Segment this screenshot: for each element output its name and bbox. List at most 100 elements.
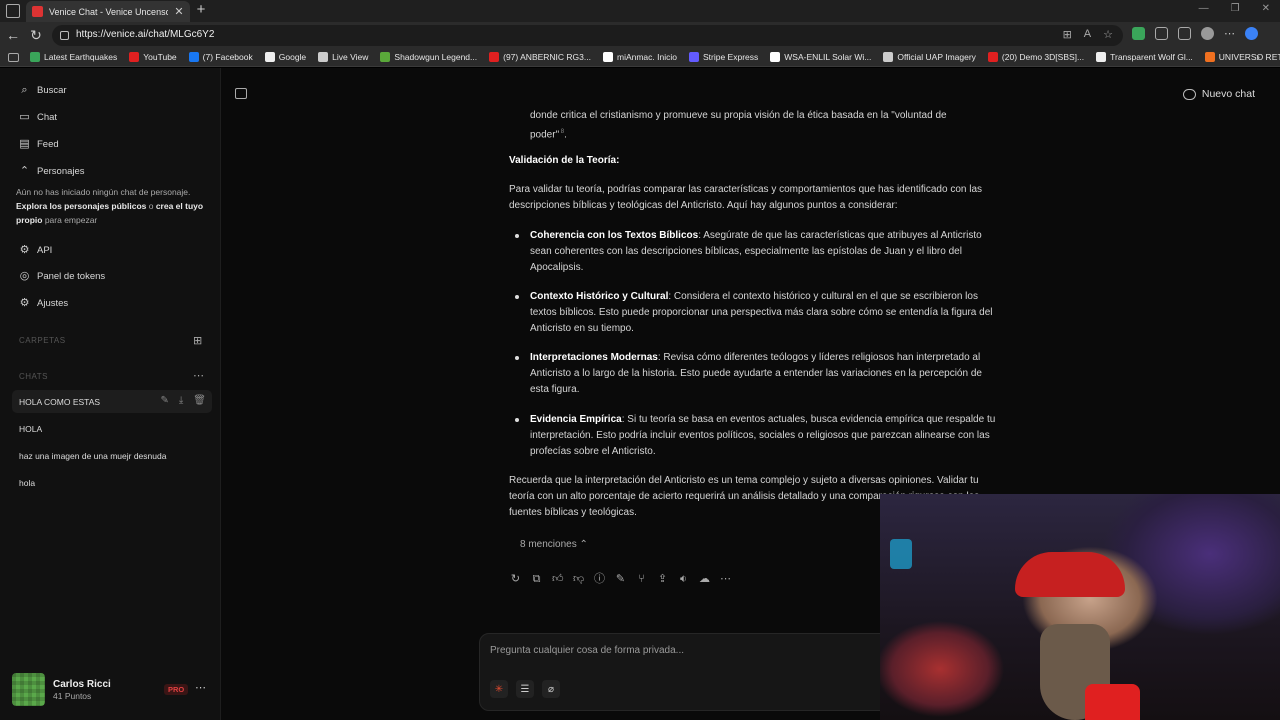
chat-history-item[interactable]: hola bbox=[12, 471, 212, 494]
sidebar-item-settings[interactable]: ⚙ Ajustes bbox=[18, 297, 69, 310]
url-field[interactable]: https://venice.ai/chat/MLGc6Y2 ⊞ A ☆ bbox=[52, 25, 1123, 46]
bookmark-label: miAnmac. Inicio bbox=[616, 52, 677, 62]
sidebar-item-characters[interactable]: ⌃ Personajes bbox=[18, 165, 85, 178]
share-icon[interactable]: ⇪ bbox=[657, 571, 668, 587]
bookmark-label: Live View bbox=[332, 52, 369, 62]
bookmark-favicon-icon bbox=[380, 52, 391, 62]
explore-characters-link[interactable]: Explora los personajes públicos bbox=[16, 201, 146, 211]
thumbs-up-icon[interactable]: 👍︎ bbox=[552, 571, 564, 587]
toggle-sidebar-icon[interactable] bbox=[235, 88, 247, 99]
chat-title: haz una imagen de una muejr desnuda bbox=[19, 450, 167, 461]
fork-icon[interactable]: ⑂ bbox=[636, 571, 647, 587]
webcam-chair bbox=[1085, 684, 1140, 720]
favorite-star-icon[interactable]: ☆ bbox=[1103, 28, 1113, 41]
new-tab-icon[interactable]: + bbox=[194, 2, 208, 18]
sidebar-item-search[interactable]: ⌕ Buscar bbox=[18, 84, 66, 97]
chat-history-item[interactable]: HOLA COMO ESTAS ✎ ⤓ 🗑︎ bbox=[12, 390, 212, 413]
webcam-person-cap bbox=[1015, 552, 1125, 597]
venice-model-icon[interactable]: ✳ bbox=[490, 680, 508, 698]
minimize-icon[interactable]: — bbox=[1199, 3, 1209, 14]
bookmark-label: WSA-ENLIL Solar Wi... bbox=[784, 52, 872, 62]
message-text: donde critica el cristianismo y promueve… bbox=[530, 110, 947, 141]
back-arrow-icon[interactable]: ← bbox=[6, 27, 20, 43]
user-card[interactable]: Carlos Ricci 41 Puntos PRO ⋯ bbox=[12, 673, 212, 707]
download-chat-icon[interactable]: ⤓ bbox=[179, 395, 183, 406]
continue-icon[interactable]: ☁ bbox=[699, 571, 710, 587]
avatar[interactable] bbox=[12, 673, 45, 706]
bookmark-item[interactable]: WSA-ENLIL Solar Wi... bbox=[770, 52, 871, 62]
profile-icon[interactable] bbox=[1201, 27, 1214, 40]
tab-title: Venice Chat - Venice Uncensored bbox=[49, 6, 168, 17]
sidebar: ⌕ Buscar ▭ Chat ▤ Feed ⌃ Personajes Aún … bbox=[0, 68, 221, 720]
sidebar-item-label: API bbox=[37, 245, 53, 256]
bookmark-item[interactable]: Stripe Express bbox=[688, 52, 758, 62]
new-folder-icon[interactable]: ⊞ bbox=[193, 334, 202, 347]
bookmark-item[interactable]: Latest Earthquakes bbox=[30, 52, 117, 62]
more-actions-icon[interactable]: ⋯ bbox=[720, 571, 731, 587]
sidebar-item-tokens[interactable]: ◎ Panel de tokens bbox=[18, 270, 105, 283]
bookmark-item[interactable]: UNIVERSO RETRO... bbox=[1204, 52, 1280, 62]
bookmark-favicon-icon bbox=[987, 52, 998, 62]
refresh-icon[interactable]: ↻ bbox=[29, 27, 43, 43]
search-icon: ⌕ bbox=[21, 84, 28, 96]
mentions-toggle[interactable]: 8 menciones ⌃ bbox=[520, 537, 588, 553]
attach-paperclip-icon[interactable]: ⌀ bbox=[542, 680, 560, 698]
chevron-up-icon: ⌃ bbox=[579, 539, 588, 550]
bullet-title: Coherencia con los Textos Bíblicos bbox=[530, 230, 699, 241]
sidebar-item-chat[interactable]: ▭ Chat bbox=[18, 111, 57, 124]
user-name: Carlos Ricci bbox=[53, 679, 111, 690]
favorites-icon[interactable] bbox=[1178, 27, 1191, 40]
chat-history-item[interactable]: HOLA bbox=[12, 417, 212, 440]
edit-icon[interactable]: ✎ bbox=[615, 571, 626, 587]
bookmark-item[interactable]: (20) Demo 3D[SBS]... bbox=[987, 52, 1084, 62]
composer[interactable]: Pregunta cualquier cosa de forma privada… bbox=[479, 633, 919, 711]
new-chat-button[interactable]: Nuevo chat bbox=[1182, 88, 1255, 100]
chats-menu-icon[interactable]: ⋯ bbox=[193, 369, 204, 382]
restore-icon[interactable]: ❐ bbox=[1231, 3, 1240, 14]
bullet-title: Interpretaciones Modernas bbox=[530, 352, 658, 363]
bookmark-item[interactable]: Shadowgun Legend... bbox=[380, 52, 477, 62]
extensions-icon[interactable] bbox=[1155, 27, 1168, 40]
delete-chat-icon[interactable]: 🗑︎ bbox=[193, 395, 206, 406]
bookmark-item[interactable]: (7) Facebook bbox=[188, 52, 253, 62]
bookmark-item[interactable]: Google bbox=[264, 52, 306, 62]
copilot-icon[interactable] bbox=[1245, 27, 1258, 40]
tab-actions-icon[interactable] bbox=[6, 4, 20, 18]
browser-menu-icon[interactable]: ⋯ bbox=[1224, 27, 1235, 40]
bookmark-item[interactable]: Live View bbox=[318, 52, 368, 62]
info-icon[interactable]: ⓘ bbox=[594, 571, 605, 587]
bookmark-favicon-icon bbox=[129, 52, 140, 62]
window-controls: — ❐ ✕ bbox=[1199, 3, 1270, 14]
url-text[interactable]: https://venice.ai/chat/MLGc6Y2 bbox=[76, 29, 214, 40]
close-window-icon[interactable]: ✕ bbox=[1262, 3, 1270, 14]
read-aloud-icon[interactable]: A bbox=[1084, 28, 1091, 41]
browser-tab-active[interactable]: Venice Chat - Venice Uncensored ✕ bbox=[26, 1, 190, 22]
speaker-icon[interactable]: 🔉︎ bbox=[678, 571, 689, 587]
user-menu-icon[interactable]: ⋯ bbox=[195, 681, 206, 694]
regenerate-icon[interactable]: ↻ bbox=[510, 571, 521, 587]
bookmark-item[interactable]: miAnmac. Inicio bbox=[602, 52, 677, 62]
more-bookmarks-chevron-icon[interactable]: › bbox=[1256, 50, 1260, 64]
bookmark-label: (7) Facebook bbox=[202, 52, 253, 62]
bookmark-item[interactable]: Official UAP Imagery bbox=[883, 52, 976, 62]
tab-close-icon[interactable]: ✕ bbox=[174, 5, 184, 18]
chat-history-item[interactable]: haz una imagen de una muejr desnuda bbox=[12, 444, 212, 467]
webcam-overlay bbox=[880, 494, 1280, 720]
site-info-icon[interactable] bbox=[60, 31, 69, 40]
bookmark-item[interactable]: Transparent Wolf Gl... bbox=[1096, 52, 1193, 62]
sidebar-item-feed[interactable]: ▤ Feed bbox=[18, 138, 58, 151]
empty-state-text: Aún no has iniciado ningún chat de perso… bbox=[16, 187, 191, 197]
bookmark-item[interactable]: YouTube bbox=[129, 52, 177, 62]
message-input[interactable]: Pregunta cualquier cosa de forma privada… bbox=[490, 645, 684, 656]
shield-extension-icon[interactable] bbox=[1132, 27, 1145, 40]
apps-icon[interactable]: ⊞ bbox=[1063, 28, 1072, 41]
new-chat-icon bbox=[1182, 88, 1196, 100]
thumbs-down-icon[interactable]: 👎︎ bbox=[573, 571, 584, 587]
bookmark-item[interactable]: (97) ANBERNIC RG3... bbox=[489, 52, 591, 62]
edit-chat-icon[interactable]: ✎ bbox=[160, 395, 168, 406]
bullet-item: Evidencia Empírica: Si tu teoría se basa… bbox=[515, 412, 998, 460]
settings-sliders-icon[interactable]: ☰ bbox=[516, 680, 534, 698]
copy-icon[interactable]: ⧉ bbox=[531, 571, 542, 587]
bookmarks-sidebar-icon[interactable] bbox=[8, 53, 19, 62]
sidebar-item-api[interactable]: ⚙ API bbox=[18, 244, 53, 257]
